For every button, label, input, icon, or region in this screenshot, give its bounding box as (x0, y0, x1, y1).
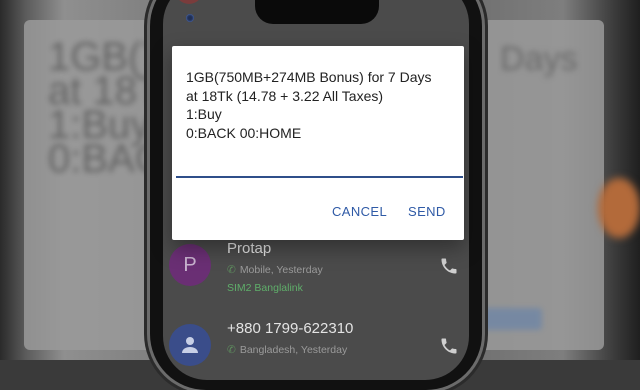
contact-name: Protap (227, 240, 272, 257)
phone-glyph-icon: ✆ (227, 264, 236, 276)
contact-name: +880 1799-622310 (227, 320, 354, 337)
contact-row[interactable]: P Protap ✆ Mobile, Yesterday SIM2 Banglal… (163, 236, 469, 306)
phone-icon[interactable] (439, 336, 459, 356)
phone-notch (255, 0, 379, 24)
ussd-dialog: 1GB(750MB+274MB Bonus) for 7 Days at 18T… (172, 46, 464, 240)
contact-meta: ✆ Bangladesh, Yesterday (227, 344, 347, 356)
contact-meta-text: Mobile, Yesterday (239, 264, 323, 276)
background-blue-button (478, 308, 542, 330)
contact-row[interactable]: +880 1799-622310 ✆ Bangladesh, Yesterday (163, 316, 469, 380)
background-blurred-text-right: Days (500, 40, 578, 78)
contact-meta-text: Bangladesh, Yesterday (239, 344, 348, 356)
cancel-button[interactable]: CANCEL (332, 204, 387, 219)
ussd-reply-input[interactable] (176, 176, 463, 178)
avatar: P (169, 244, 211, 286)
phone-glyph-icon: ✆ (227, 344, 236, 356)
status-indicator (175, 0, 203, 4)
front-camera-icon (186, 14, 194, 22)
contact-meta: ✆ Mobile, Yesterday (227, 264, 323, 276)
sim-label: SIM2 Banglalink (227, 282, 303, 294)
ussd-message: 1GB(750MB+274MB Bonus) for 7 Days at 18T… (186, 69, 432, 141)
send-button[interactable]: SEND (408, 204, 446, 219)
person-icon (182, 337, 198, 353)
phone-icon[interactable] (439, 256, 459, 276)
background-orange-shape (598, 178, 640, 238)
